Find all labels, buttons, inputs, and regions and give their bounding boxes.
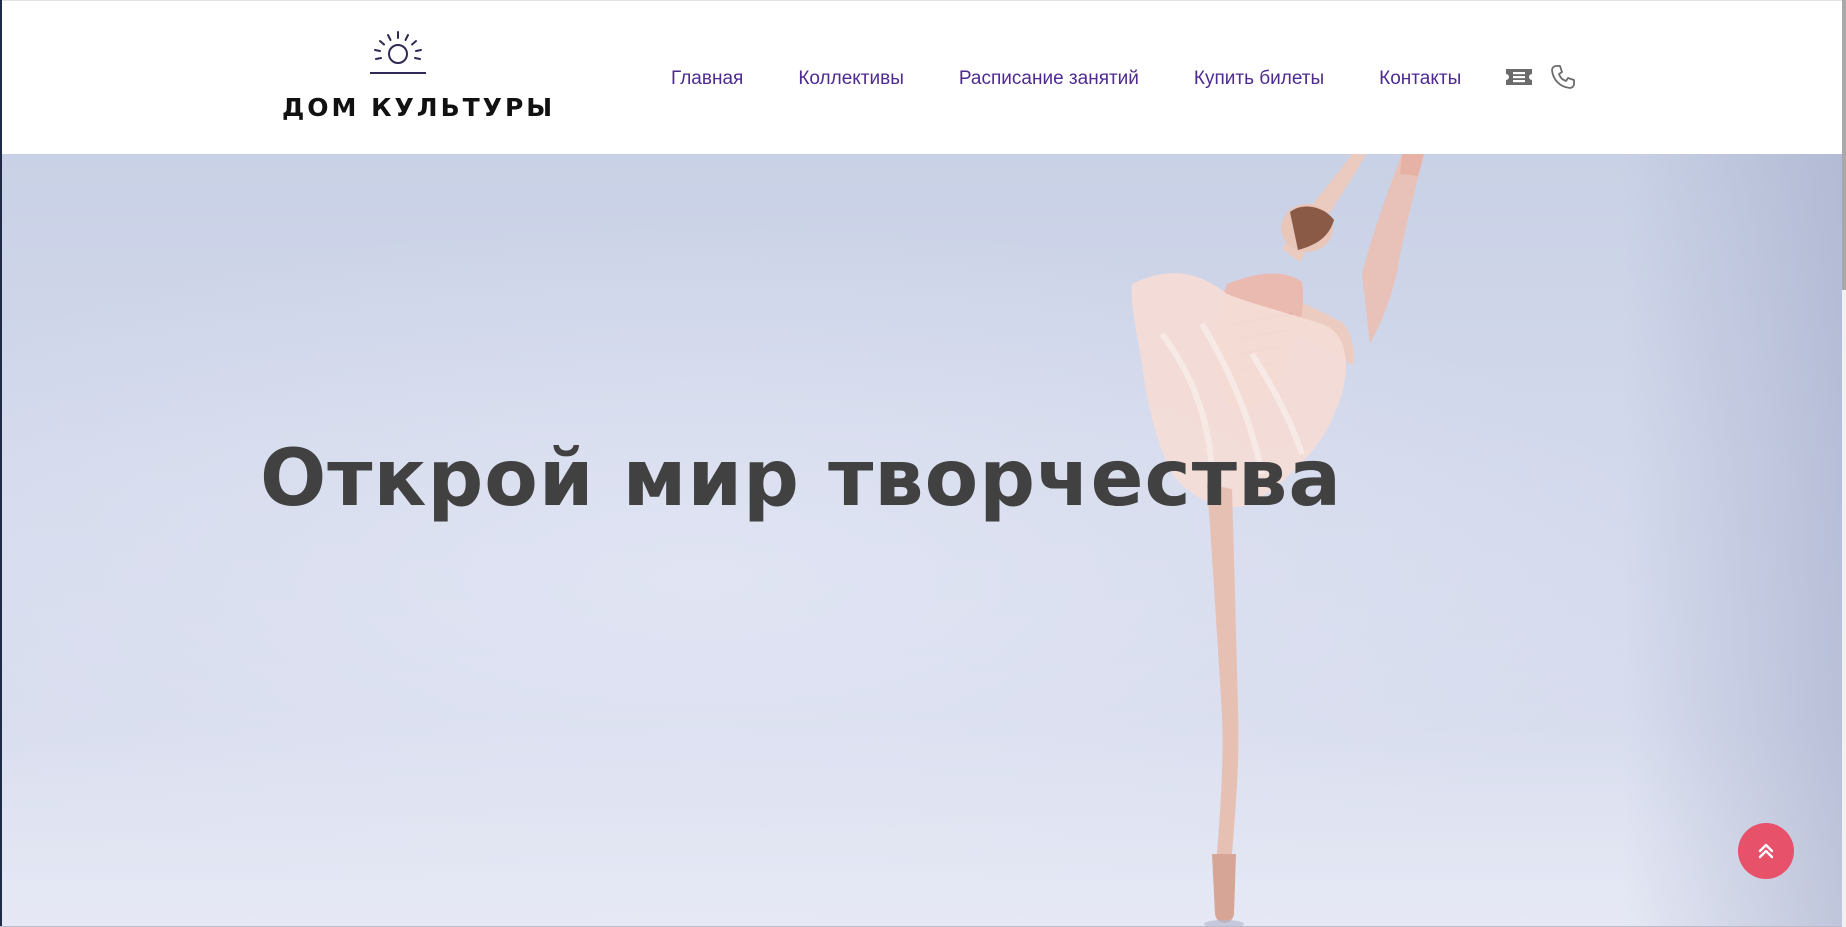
scrollbar-thumb[interactable] [1842,0,1846,290]
site-logo[interactable]: ДОМ КУЛЬТУРЫ [280,29,556,125]
nav-item-schedule[interactable]: Расписание занятий [959,68,1139,90]
hero-title: Открой мир творчества [260,434,1342,525]
hero-shade [1622,154,1842,927]
page: ДОМ КУЛЬТУРЫ Главная Коллективы Расписан… [0,0,1846,927]
nav-item-buy-tickets[interactable]: Купить билеты [1194,68,1324,90]
nav-item-home[interactable]: Главная [671,68,743,90]
main-nav: Главная Коллективы Расписание занятий Ку… [671,67,1461,91]
sun-icon [370,31,426,74]
page-scrollbar[interactable] [1842,0,1846,927]
ballerina-photo [1131,154,1424,927]
phone-icon[interactable] [1549,63,1577,91]
ticket-icon[interactable] [1505,66,1533,88]
nav-item-contacts[interactable]: Контакты [1379,68,1461,90]
double-chevron-up-icon [1758,843,1774,859]
site-header: ДОМ КУЛЬТУРЫ Главная Коллективы Расписан… [2,0,1842,154]
logo-text: ДОМ КУЛЬТУРЫ [282,93,556,122]
left-edge [0,0,2,927]
nav-item-collectives[interactable]: Коллективы [798,68,904,90]
header-icons [1505,63,1577,91]
hero-section: Открой мир творчества [2,154,1842,927]
scroll-top-button[interactable] [1738,823,1794,879]
